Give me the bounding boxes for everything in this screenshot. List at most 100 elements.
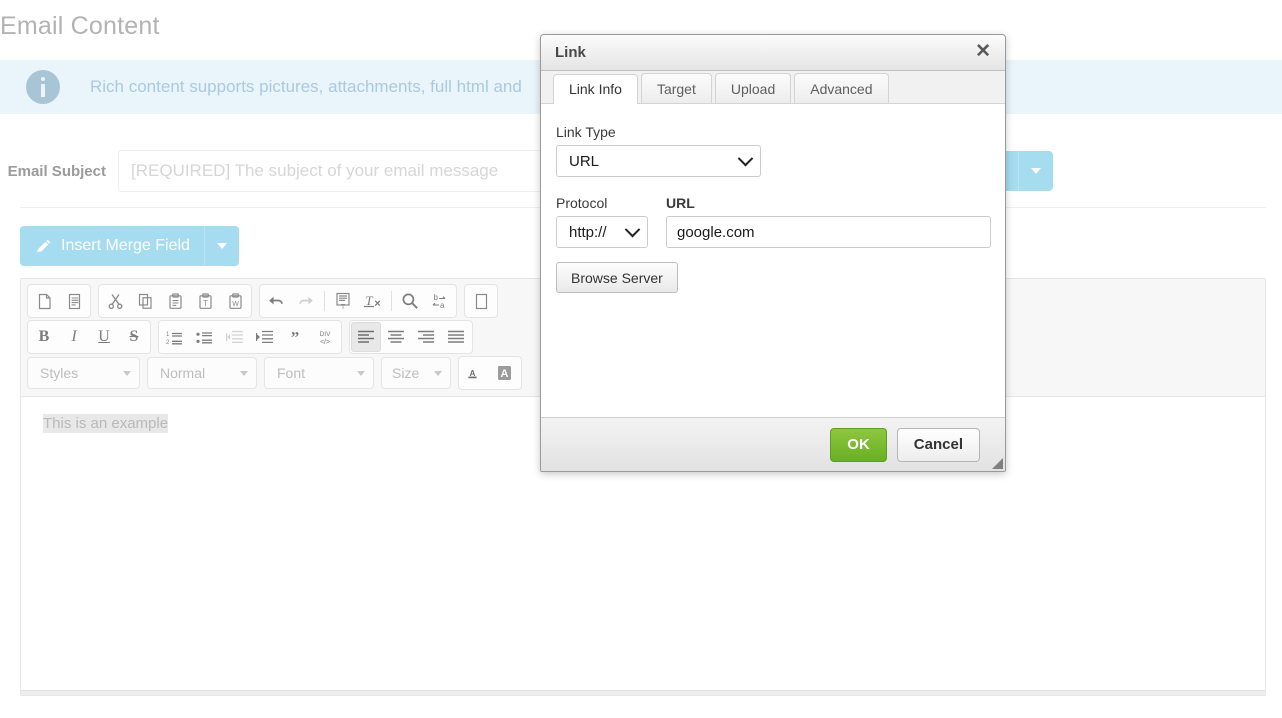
protocol-label: Protocol (556, 195, 648, 211)
insert-merge-field-button[interactable]: Insert Merge Field (20, 226, 239, 266)
toolbar-group-colors: A A (458, 356, 522, 390)
paragraph-format-label: Normal (160, 365, 205, 381)
svg-text:W: W (232, 301, 239, 308)
resize-handle-icon[interactable] (992, 458, 1003, 469)
page-title: Email Content (0, 12, 160, 41)
toolbar-group-document (27, 284, 91, 318)
browse-server-button[interactable]: Browse Server (556, 262, 678, 293)
spellcheck-icon[interactable]: T (328, 286, 358, 316)
toolbar-group-insert-partial (464, 284, 498, 318)
create-div-icon[interactable]: DIV</> (310, 322, 340, 352)
replace-icon[interactable]: ba (425, 286, 455, 316)
redo-icon[interactable] (291, 286, 321, 316)
align-center-icon[interactable] (381, 322, 411, 352)
svg-text:T: T (365, 293, 373, 308)
toolbar-group-paragraph: 12 ” DIV</> (158, 320, 342, 354)
protocol-select[interactable]: http:// (556, 216, 648, 248)
caret-down-icon (434, 371, 442, 376)
chevron-down-icon (625, 221, 641, 237)
styles-dropdown[interactable]: Styles (27, 357, 140, 389)
paste-from-word-icon[interactable]: W (220, 286, 250, 316)
caret-down-icon (217, 243, 227, 249)
svg-text:DIV: DIV (320, 331, 332, 338)
paste-as-text-icon[interactable]: T (190, 286, 220, 316)
dialog-body: Link Type URL Protocol http:// URL Brows… (541, 104, 1005, 417)
svg-text:2: 2 (166, 340, 170, 346)
cut-icon[interactable] (100, 286, 130, 316)
link-icon[interactable] (466, 286, 496, 316)
info-circle-icon (26, 70, 60, 104)
tab-link-info[interactable]: Link Info (553, 74, 638, 104)
styles-dropdown-label: Styles (40, 365, 78, 381)
svg-text:b: b (434, 293, 439, 302)
editor-elements-path: body p (21, 690, 1265, 696)
link-dialog: Link ✕ Link Info Target Upload Advanced … (540, 34, 1006, 472)
increase-indent-icon[interactable] (250, 322, 280, 352)
paste-icon[interactable] (160, 286, 190, 316)
undo-icon[interactable] (261, 286, 291, 316)
protocol-value: http:// (569, 224, 607, 241)
caret-down-icon (240, 371, 248, 376)
caret-down-icon (1031, 168, 1041, 174)
subject-merge-dropdown-toggle[interactable] (1019, 151, 1053, 191)
ok-button[interactable]: OK (830, 428, 887, 462)
editor-selected-text[interactable]: This is an example (43, 414, 168, 433)
svg-text:T: T (203, 299, 208, 308)
toolbar-group-clipboard: T W (98, 284, 252, 318)
align-right-icon[interactable] (411, 322, 441, 352)
toolbar-group-editing: T T ba (259, 284, 457, 318)
templates-icon[interactable] (59, 286, 89, 316)
align-left-icon[interactable] (351, 322, 381, 352)
find-icon[interactable] (395, 286, 425, 316)
tab-upload[interactable]: Upload (715, 73, 791, 103)
font-dropdown-label: Font (277, 365, 305, 381)
numbered-list-icon[interactable]: 12 (160, 322, 190, 352)
svg-text:T: T (341, 304, 346, 310)
url-field: URL (666, 195, 991, 248)
italic-icon[interactable]: I (59, 322, 89, 352)
tab-target[interactable]: Target (641, 73, 712, 103)
merge-dropdown-toggle[interactable] (205, 226, 239, 266)
bulleted-list-icon[interactable] (190, 322, 220, 352)
caret-down-icon (123, 371, 131, 376)
svg-text:</>: </> (320, 339, 330, 346)
svg-text:1: 1 (166, 332, 170, 338)
svg-text:A: A (501, 368, 509, 380)
dialog-title-bar[interactable]: Link ✕ (541, 35, 1005, 71)
protocol-url-row: Protocol http:// URL (556, 195, 990, 248)
svg-text:A: A (470, 368, 476, 377)
dialog-footer: OK Cancel (541, 417, 1005, 471)
url-label: URL (666, 195, 991, 211)
copy-icon[interactable] (130, 286, 160, 316)
email-subject-label: Email Subject (0, 163, 118, 180)
cancel-button[interactable]: Cancel (897, 428, 980, 462)
paragraph-format-dropdown[interactable]: Normal (147, 357, 257, 389)
font-dropdown[interactable]: Font (264, 357, 374, 389)
decrease-indent-icon[interactable] (220, 322, 250, 352)
text-color-icon[interactable]: A (460, 358, 490, 388)
toolbar-separator (391, 291, 392, 311)
new-page-icon[interactable] (29, 286, 59, 316)
merge-button-label: Insert Merge Field (61, 237, 190, 255)
bold-icon[interactable]: B (29, 322, 59, 352)
svg-text:a: a (440, 301, 445, 310)
size-dropdown-label: Size (392, 365, 419, 381)
tab-advanced[interactable]: Advanced (794, 73, 888, 103)
close-icon[interactable]: ✕ (973, 42, 993, 64)
merge-button-content: Insert Merge Field (20, 226, 204, 266)
url-input[interactable] (666, 216, 991, 248)
pencil-icon (36, 238, 52, 254)
dialog-tabs: Link Info Target Upload Advanced (541, 71, 1005, 104)
remove-format-icon[interactable]: T (358, 286, 388, 316)
background-color-icon[interactable]: A (490, 358, 520, 388)
blockquote-icon[interactable]: ” (280, 322, 310, 352)
strikethrough-icon[interactable]: S (119, 322, 149, 352)
toolbar-group-align (349, 320, 473, 354)
dialog-title: Link (555, 44, 586, 61)
underline-icon[interactable]: U (89, 322, 119, 352)
size-dropdown[interactable]: Size (381, 357, 451, 389)
caret-down-icon (357, 371, 365, 376)
chevron-down-icon (738, 150, 754, 166)
link-type-select[interactable]: URL (556, 145, 761, 177)
align-justify-icon[interactable] (441, 322, 471, 352)
